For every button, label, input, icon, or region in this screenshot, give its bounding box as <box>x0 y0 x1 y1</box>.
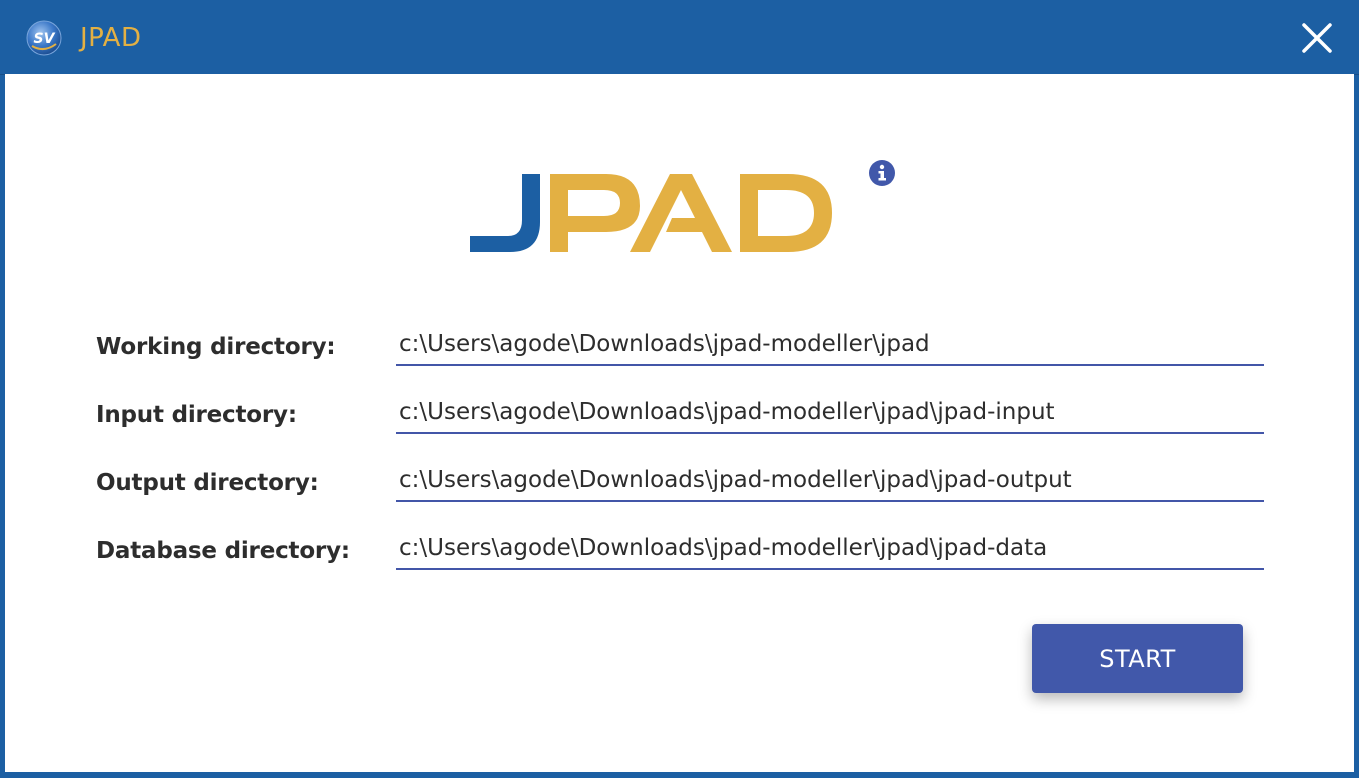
info-icon[interactable] <box>868 159 896 187</box>
database-directory-row: Database directory: c:\Users\agode\Downl… <box>5 526 1354 582</box>
working-directory-row: Working directory: c:\Users\agode\Downlo… <box>5 322 1354 378</box>
output-directory-label: Output directory: <box>96 470 319 496</box>
input-directory-input[interactable]: c:\Users\agode\Downloads\jpad-modeller\j… <box>396 390 1264 434</box>
working-directory-input[interactable]: c:\Users\agode\Downloads\jpad-modeller\j… <box>396 322 1264 366</box>
start-button[interactable]: START <box>1032 624 1243 693</box>
main-panel: Working directory: c:\Users\agode\Downlo… <box>5 74 1354 772</box>
close-icon[interactable] <box>1299 20 1335 56</box>
app-window: SV JPAD Working directory: c:\Users\agod… <box>0 0 1359 778</box>
window-title: JPAD <box>80 23 142 53</box>
input-directory-label: Input directory: <box>96 402 297 428</box>
input-directory-row: Input directory: c:\Users\agode\Download… <box>5 390 1354 446</box>
sv-app-icon: SV <box>26 20 62 56</box>
output-directory-input[interactable]: c:\Users\agode\Downloads\jpad-modeller\j… <box>396 458 1264 502</box>
database-directory-label: Database directory: <box>96 538 350 564</box>
jpad-logo <box>470 174 832 252</box>
svg-text:SV: SV <box>34 31 56 47</box>
database-directory-input[interactable]: c:\Users\agode\Downloads\jpad-modeller\j… <box>396 526 1264 570</box>
title-bar[interactable]: SV JPAD <box>0 0 1359 75</box>
working-directory-label: Working directory: <box>96 334 336 360</box>
output-directory-row: Output directory: c:\Users\agode\Downloa… <box>5 458 1354 514</box>
